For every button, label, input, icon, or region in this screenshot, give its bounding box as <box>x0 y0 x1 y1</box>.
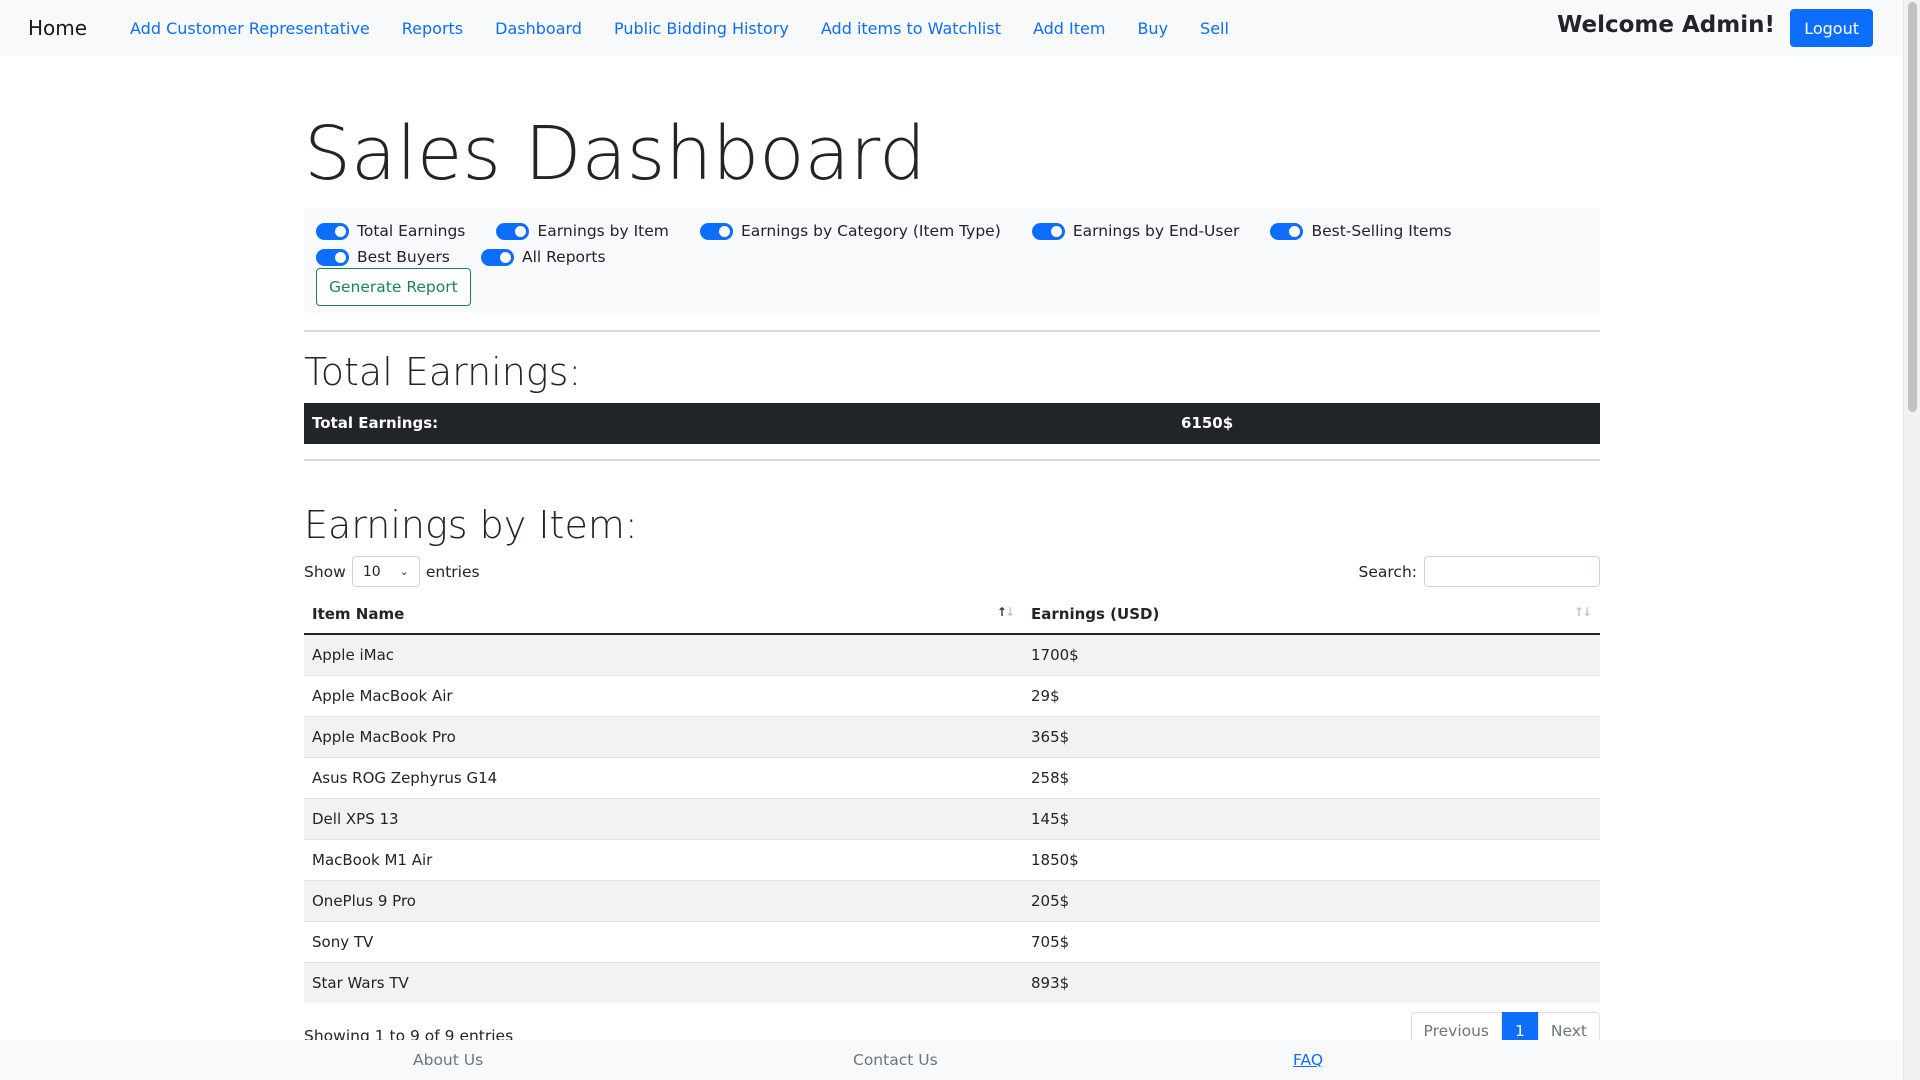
switch-earnings-by-item[interactable]: Earnings by Item <box>496 218 669 244</box>
nav-add-item[interactable]: Add Item <box>1033 19 1105 38</box>
table-row: Star Wars TV 893$ <box>304 961 1600 1003</box>
navbar: Home Add Customer Representative Reports… <box>0 0 1903 56</box>
table-row: Apple MacBook Air 29$ <box>304 674 1600 716</box>
sort-ascending-icon: ↑↓ <box>996 605 1015 619</box>
show-entries-control: Show 10 ⌄ entries <box>304 556 480 587</box>
column-header-earnings[interactable]: Earnings (USD) ↑↓ <box>1023 594 1600 635</box>
divider <box>304 330 1600 332</box>
toggle-on-icon[interactable] <box>1270 222 1304 240</box>
total-earnings-table: Total Earnings: 6150$ <box>304 403 1600 444</box>
nav-public-bidding-history[interactable]: Public Bidding History <box>614 19 789 38</box>
switch-label: Best-Selling Items <box>1311 222 1452 240</box>
toggle-on-icon[interactable] <box>316 248 349 266</box>
nav-sell[interactable]: Sell <box>1200 19 1229 38</box>
cell-earnings: 893$ <box>1023 961 1600 1003</box>
footer: About Us Contact Us FAQ <box>0 1040 1903 1080</box>
total-earnings-label: Total Earnings: <box>312 414 439 432</box>
cell-earnings: 29$ <box>1023 674 1600 716</box>
switch-earnings-by-category[interactable]: Earnings by Category (Item Type) <box>700 218 1001 244</box>
cell-earnings: 1700$ <box>1023 633 1600 675</box>
cell-item-name: Star Wars TV <box>304 961 1023 1003</box>
nav-reports[interactable]: Reports <box>402 19 463 38</box>
divider <box>304 459 1600 461</box>
nav-add-items-to-watchlist[interactable]: Add items to Watchlist <box>821 19 1001 38</box>
search-input[interactable] <box>1424 556 1600 587</box>
sort-icon: ↑↓ <box>1573 605 1592 619</box>
table-row: Apple MacBook Pro 365$ <box>304 715 1600 757</box>
search-label: Search: <box>1358 562 1417 581</box>
nav-buy[interactable]: Buy <box>1137 19 1168 38</box>
switch-label: Earnings by End-User <box>1072 222 1240 240</box>
toggle-on-icon[interactable] <box>316 222 349 240</box>
toggle-on-icon[interactable] <box>700 222 733 240</box>
column-header-item-name[interactable]: Item Name ↑↓ <box>304 594 1023 635</box>
switch-label: Earnings by Item <box>537 222 669 240</box>
table-header-row: Item Name ↑↓ Earnings (USD) ↑↓ <box>304 594 1600 635</box>
table-row: Sony TV 705$ <box>304 920 1600 962</box>
cell-item-name: MacBook M1 Air <box>304 838 1023 880</box>
switch-earnings-by-end-user[interactable]: Earnings by End-User <box>1031 218 1240 244</box>
chevron-down-icon: ⌄ <box>399 565 409 578</box>
cell-item-name: Sony TV <box>304 920 1023 962</box>
logout-button[interactable]: Logout <box>1790 9 1873 47</box>
toggle-on-icon[interactable] <box>480 248 514 266</box>
cell-item-name: Apple iMac <box>304 633 1023 675</box>
earnings-by-item-table: Item Name ↑↓ Earnings (USD) ↑↓ Apple iMa… <box>304 594 1600 1003</box>
switch-label: Total Earnings <box>357 222 466 240</box>
cell-earnings: 365$ <box>1023 715 1600 757</box>
page-scrollbar[interactable] <box>1903 0 1920 1080</box>
cell-earnings: 705$ <box>1023 920 1600 962</box>
nav-dashboard[interactable]: Dashboard <box>495 19 582 38</box>
column-header-label: Earnings (USD) <box>1031 604 1160 623</box>
page-title: Sales Dashboard <box>304 111 926 197</box>
total-earnings-value: 6150$ <box>1181 414 1234 432</box>
switch-best-selling-items[interactable]: Best-Selling Items <box>1270 218 1452 244</box>
report-switches: Total Earnings Earnings by Item Earnings… <box>316 218 1586 270</box>
toggle-on-icon[interactable] <box>496 222 530 240</box>
cell-earnings: 258$ <box>1023 756 1600 798</box>
cell-item-name: Dell XPS 13 <box>304 797 1023 839</box>
switch-total-earnings[interactable]: Total Earnings <box>316 218 465 244</box>
nav-add-customer-representative[interactable]: Add Customer Representative <box>130 19 370 38</box>
column-header-label: Item Name <box>312 604 405 623</box>
scrollbar-thumb[interactable] <box>1908 2 1917 412</box>
cell-earnings: 205$ <box>1023 879 1600 921</box>
entries-per-page-select[interactable]: 10 ⌄ <box>351 556 420 587</box>
show-label: Show <box>304 562 346 581</box>
switch-label: Earnings by Category (Item Type) <box>741 222 1001 240</box>
cell-earnings: 1850$ <box>1023 838 1600 880</box>
total-earnings-heading: Total Earnings: <box>304 350 582 394</box>
table-row: MacBook M1 Air 1850$ <box>304 838 1600 880</box>
switch-label: All Reports <box>521 248 606 266</box>
table-search: Search: <box>1359 556 1600 587</box>
entries-select-value: 10 <box>362 563 381 580</box>
generate-report-button[interactable]: Generate Report <box>316 268 471 306</box>
footer-contact-us[interactable]: Contact Us <box>853 1051 938 1069</box>
cell-item-name: Asus ROG Zephyrus G14 <box>304 756 1023 798</box>
table-row: OnePlus 9 Pro 205$ <box>304 879 1600 921</box>
report-options-panel: Total Earnings Earnings by Item Earnings… <box>304 208 1600 313</box>
switch-best-buyers[interactable]: Best Buyers <box>316 244 450 270</box>
brand-home-link[interactable]: Home <box>28 16 87 40</box>
switch-all-reports[interactable]: All Reports <box>480 244 606 270</box>
table-row: Asus ROG Zephyrus G14 258$ <box>304 756 1600 798</box>
toggle-on-icon[interactable] <box>1031 222 1065 240</box>
nav-links: Add Customer Representative Reports Dash… <box>130 19 1261 38</box>
table-row: Apple iMac 1700$ <box>304 633 1600 675</box>
footer-faq[interactable]: FAQ <box>1293 1051 1323 1069</box>
table-row: Dell XPS 13 145$ <box>304 797 1600 839</box>
cell-earnings: 145$ <box>1023 797 1600 839</box>
earnings-by-item-heading: Earnings by Item: <box>304 503 638 547</box>
switch-label: Best Buyers <box>357 248 450 266</box>
cell-item-name: Apple MacBook Air <box>304 674 1023 716</box>
welcome-message: Welcome Admin! <box>1556 12 1775 38</box>
cell-item-name: Apple MacBook Pro <box>304 715 1023 757</box>
footer-about-us[interactable]: About Us <box>413 1051 483 1069</box>
entries-label: entries <box>425 562 480 581</box>
cell-item-name: OnePlus 9 Pro <box>304 879 1023 921</box>
